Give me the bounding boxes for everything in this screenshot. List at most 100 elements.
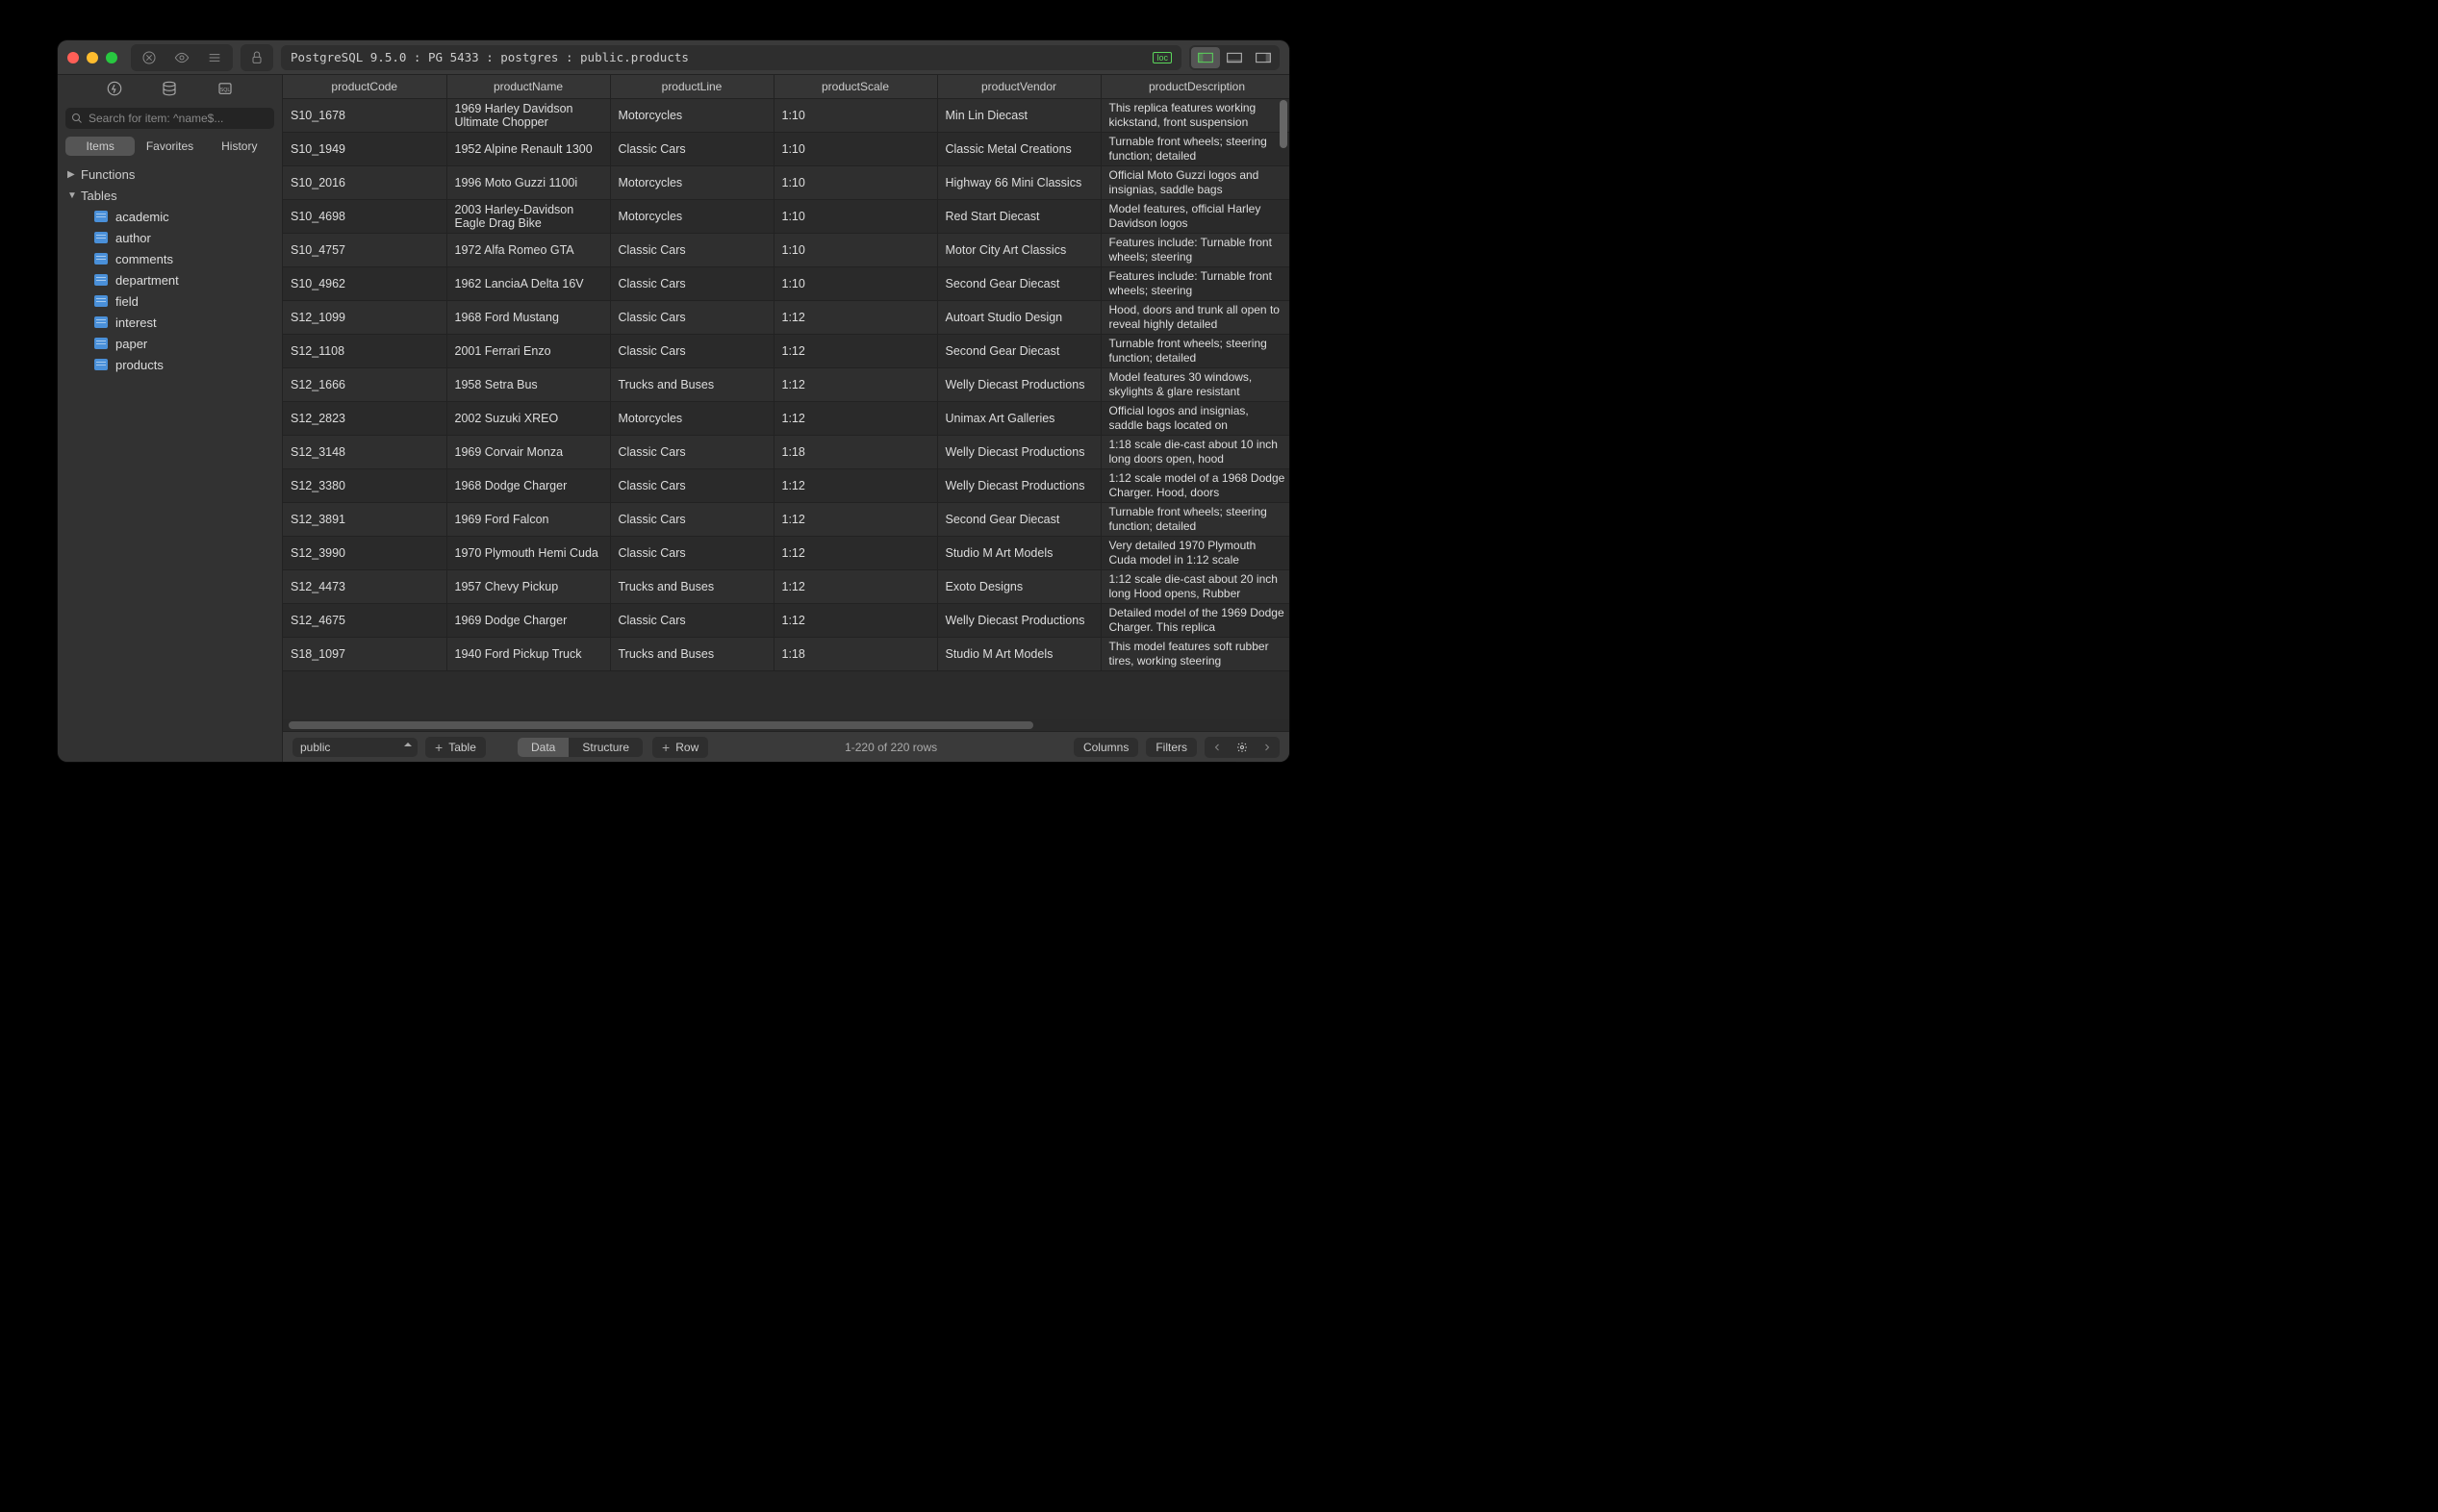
minimize-window-button[interactable] bbox=[87, 52, 98, 63]
cell-code[interactable]: S12_1108 bbox=[283, 335, 446, 368]
cell-line[interactable]: Motorcycles bbox=[610, 166, 774, 200]
column-header[interactable]: productLine bbox=[610, 75, 774, 99]
cell-code[interactable]: S10_4698 bbox=[283, 200, 446, 234]
sidebar-table-products[interactable]: products bbox=[58, 354, 282, 375]
cell-name[interactable]: 1962 LanciaA Delta 16V bbox=[446, 267, 610, 301]
sidebar-table-author[interactable]: author bbox=[58, 227, 282, 248]
cell-scale[interactable]: 1:12 bbox=[774, 301, 937, 335]
column-header[interactable]: productCode bbox=[283, 75, 446, 99]
cell-line[interactable]: Motorcycles bbox=[610, 99, 774, 133]
column-header[interactable]: productVendor bbox=[937, 75, 1101, 99]
cell-desc[interactable]: Very detailed 1970 Plymouth Cuda model i… bbox=[1101, 537, 1289, 570]
cell-scale[interactable]: 1:18 bbox=[774, 638, 937, 671]
cell-name[interactable]: 1970 Plymouth Hemi Cuda bbox=[446, 537, 610, 570]
cell-scale[interactable]: 1:10 bbox=[774, 267, 937, 301]
table-row[interactable]: S10_47571972 Alfa Romeo GTAClassic Cars1… bbox=[283, 234, 1289, 267]
settings-gear-icon[interactable] bbox=[1230, 737, 1255, 758]
cell-vendor[interactable]: Motor City Art Classics bbox=[937, 234, 1101, 267]
cell-desc[interactable]: 1:18 scale die-cast about 10 inch long d… bbox=[1101, 436, 1289, 469]
cell-vendor[interactable]: Welly Diecast Productions bbox=[937, 469, 1101, 503]
sidebar-table-department[interactable]: department bbox=[58, 269, 282, 290]
cell-line[interactable]: Motorcycles bbox=[610, 200, 774, 234]
vertical-scrollbar[interactable] bbox=[1280, 100, 1287, 148]
segment-structure[interactable]: Structure bbox=[569, 738, 643, 757]
cell-scale[interactable]: 1:12 bbox=[774, 469, 937, 503]
cell-line[interactable]: Classic Cars bbox=[610, 469, 774, 503]
sidebar-tab-items[interactable]: Items bbox=[65, 137, 135, 156]
cell-vendor[interactable]: Min Lin Diecast bbox=[937, 99, 1101, 133]
list-icon[interactable] bbox=[198, 46, 231, 69]
cell-line[interactable]: Classic Cars bbox=[610, 301, 774, 335]
cell-name[interactable]: 1958 Setra Bus bbox=[446, 368, 610, 402]
cell-name[interactable]: 2002 Suzuki XREO bbox=[446, 402, 610, 436]
cell-code[interactable]: S12_4473 bbox=[283, 570, 446, 604]
sidebar-tab-history[interactable]: History bbox=[205, 137, 274, 156]
cell-scale[interactable]: 1:12 bbox=[774, 368, 937, 402]
cell-line[interactable]: Classic Cars bbox=[610, 335, 774, 368]
next-page-icon[interactable] bbox=[1255, 737, 1280, 758]
lock-icon[interactable] bbox=[242, 46, 271, 69]
column-header[interactable]: productDescription bbox=[1101, 75, 1289, 99]
cell-code[interactable]: S10_2016 bbox=[283, 166, 446, 200]
cell-name[interactable]: 1996 Moto Guzzi 1100i bbox=[446, 166, 610, 200]
cell-scale[interactable]: 1:10 bbox=[774, 133, 937, 166]
cell-line[interactable]: Classic Cars bbox=[610, 267, 774, 301]
sidebar-table-comments[interactable]: comments bbox=[58, 248, 282, 269]
cell-vendor[interactable]: Welly Diecast Productions bbox=[937, 436, 1101, 469]
sidebar-table-field[interactable]: field bbox=[58, 290, 282, 312]
add-table-button[interactable]: Table bbox=[425, 737, 486, 758]
cell-line[interactable]: Classic Cars bbox=[610, 537, 774, 570]
table-row[interactable]: S10_20161996 Moto Guzzi 1100iMotorcycles… bbox=[283, 166, 1289, 200]
columns-button[interactable]: Columns bbox=[1074, 738, 1138, 757]
data-grid[interactable]: productCodeproductNameproductLineproduct… bbox=[283, 75, 1289, 719]
table-row[interactable]: S12_16661958 Setra BusTrucks and Buses1:… bbox=[283, 368, 1289, 402]
table-row[interactable]: S12_33801968 Dodge ChargerClassic Cars1:… bbox=[283, 469, 1289, 503]
cell-code[interactable]: S12_3380 bbox=[283, 469, 446, 503]
prev-page-icon[interactable] bbox=[1205, 737, 1230, 758]
cell-line[interactable]: Classic Cars bbox=[610, 604, 774, 638]
cell-vendor[interactable]: Second Gear Diecast bbox=[937, 335, 1101, 368]
cell-name[interactable]: 1972 Alfa Romeo GTA bbox=[446, 234, 610, 267]
tree-section-functions[interactable]: ▶ Functions bbox=[58, 164, 282, 185]
cell-code[interactable]: S12_4675 bbox=[283, 604, 446, 638]
sidebar-table-paper[interactable]: paper bbox=[58, 333, 282, 354]
table-row[interactable]: S12_28232002 Suzuki XREOMotorcycles1:12U… bbox=[283, 402, 1289, 436]
cell-vendor[interactable]: Highway 66 Mini Classics bbox=[937, 166, 1101, 200]
add-row-button[interactable]: Row bbox=[652, 737, 708, 758]
cell-scale[interactable]: 1:10 bbox=[774, 99, 937, 133]
cell-name[interactable]: 1969 Ford Falcon bbox=[446, 503, 610, 537]
cell-line[interactable]: Classic Cars bbox=[610, 436, 774, 469]
cell-desc[interactable]: Features include: Turnable front wheels;… bbox=[1101, 234, 1289, 267]
segment-data[interactable]: Data bbox=[518, 738, 569, 757]
cell-scale[interactable]: 1:10 bbox=[774, 166, 937, 200]
cell-code[interactable]: S18_1097 bbox=[283, 638, 446, 671]
table-row[interactable]: S12_44731957 Chevy PickupTrucks and Buse… bbox=[283, 570, 1289, 604]
table-row[interactable]: S10_16781969 Harley Davidson Ultimate Ch… bbox=[283, 99, 1289, 133]
close-window-button[interactable] bbox=[67, 52, 79, 63]
cell-name[interactable]: 2003 Harley-Davidson Eagle Drag Bike bbox=[446, 200, 610, 234]
cell-code[interactable]: S10_4757 bbox=[283, 234, 446, 267]
cell-desc[interactable]: Turnable front wheels; steering function… bbox=[1101, 503, 1289, 537]
cell-scale[interactable]: 1:12 bbox=[774, 335, 937, 368]
cell-desc[interactable]: Official logos and insignias, saddle bag… bbox=[1101, 402, 1289, 436]
cell-scale[interactable]: 1:12 bbox=[774, 537, 937, 570]
cell-desc[interactable]: Turnable front wheels; steering function… bbox=[1101, 133, 1289, 166]
column-header[interactable]: productScale bbox=[774, 75, 937, 99]
cell-code[interactable]: S12_1666 bbox=[283, 368, 446, 402]
tree-section-tables[interactable]: ▼ Tables bbox=[58, 185, 282, 206]
connection-path-field[interactable]: PostgreSQL 9.5.0 : PG 5433 : postgres : … bbox=[281, 45, 1181, 70]
cell-vendor[interactable]: Unimax Art Galleries bbox=[937, 402, 1101, 436]
cell-name[interactable]: 1969 Corvair Monza bbox=[446, 436, 610, 469]
cell-desc[interactable]: This model features soft rubber tires, w… bbox=[1101, 638, 1289, 671]
cell-vendor[interactable]: Red Start Diecast bbox=[937, 200, 1101, 234]
cell-vendor[interactable]: Studio M Art Models bbox=[937, 537, 1101, 570]
cell-scale[interactable]: 1:12 bbox=[774, 402, 937, 436]
cell-desc[interactable]: Turnable front wheels; steering function… bbox=[1101, 335, 1289, 368]
cell-name[interactable]: 1957 Chevy Pickup bbox=[446, 570, 610, 604]
cell-line[interactable]: Classic Cars bbox=[610, 503, 774, 537]
sidebar-table-interest[interactable]: interest bbox=[58, 312, 282, 333]
cell-scale[interactable]: 1:12 bbox=[774, 503, 937, 537]
table-row[interactable]: S10_46982003 Harley-Davidson Eagle Drag … bbox=[283, 200, 1289, 234]
sidebar-tab-favorites[interactable]: Favorites bbox=[135, 137, 204, 156]
cell-code[interactable]: S12_1099 bbox=[283, 301, 446, 335]
